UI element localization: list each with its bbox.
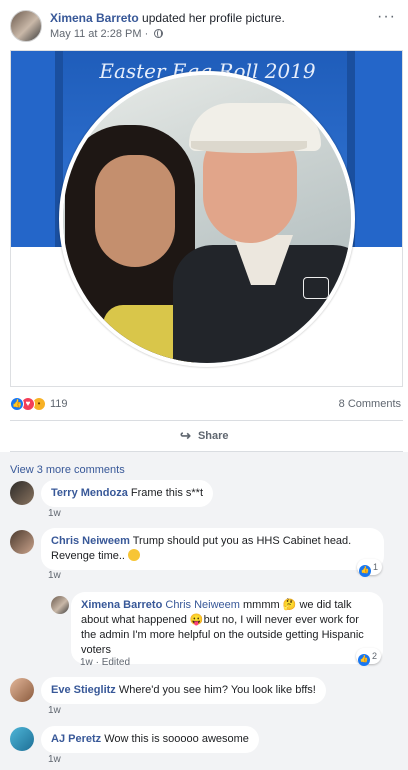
profile-photo-frame[interactable]: Easter Egg Roll 2019 [10, 50, 403, 387]
author-name-link[interactable]: Ximena Barreto [50, 11, 139, 25]
comment-time[interactable]: 1w [80, 657, 93, 668]
meta-separator: · [144, 28, 149, 40]
comment-bubble: Chris Neiweem Trump should put you as HH… [41, 528, 384, 570]
post-action-text: updated her profile picture. [142, 11, 285, 25]
post-meta: May 11 at 2:28 PM · [50, 28, 164, 40]
post-timestamp[interactable]: May 11 at 2:28 PM [50, 28, 142, 40]
reply-avatar[interactable] [51, 596, 69, 614]
profile-picture[interactable] [59, 71, 355, 367]
view-more-comments-link[interactable]: View 3 more comments [10, 464, 125, 476]
reply-bubble: Ximena Barreto Chris Neiweem mmmm 🤔 we d… [71, 592, 383, 664]
reaction-icons[interactable]: 👍 ♥ • [10, 397, 54, 411]
share-arrow-icon: ↪ [180, 428, 191, 443]
comment-text: Frame this s**t [130, 487, 204, 499]
comment-text: Where'd you see him? You look like bffs! [118, 684, 316, 696]
comment-time[interactable]: 1w [48, 754, 61, 765]
like-icon: 👍 [359, 565, 371, 577]
smile-emoji-icon [128, 549, 141, 561]
comment-like-badge[interactable]: 👍 1 [357, 559, 383, 577]
comment-meta: 1w [48, 570, 61, 581]
comment-meta: 1w · Edited [80, 657, 131, 668]
commenter-name[interactable]: Chris Neiweem [51, 535, 130, 547]
post-header: Ximena Barreto updated her profile pictu… [0, 0, 408, 48]
comment-meta: 1w [48, 508, 61, 519]
commenter-name[interactable]: AJ Peretz [51, 733, 101, 745]
jacket-logo [303, 277, 329, 299]
commenter-avatar[interactable] [10, 727, 34, 751]
comment-like-badge[interactable]: 👍 2 [356, 648, 382, 666]
woman-face [95, 155, 175, 267]
commenter-name[interactable]: Ximena Barreto [81, 599, 162, 611]
comment-bubble: Eve Stieglitz Where'd you see him? You l… [41, 677, 326, 704]
commenter-name[interactable]: Terry Mendoza [51, 487, 128, 499]
comment-bubble: AJ Peretz Wow this is sooooo awesome [41, 726, 259, 753]
comments-section: View 3 more comments Terry Mendoza Frame… [0, 452, 408, 770]
post-actions: ↪ Share [10, 424, 403, 448]
comments-count-link[interactable]: 8 Comments [339, 398, 401, 410]
more-options-icon[interactable]: ··· [377, 9, 396, 25]
comment-time[interactable]: 1w [48, 705, 61, 716]
author-avatar[interactable] [10, 10, 42, 42]
commenter-avatar[interactable] [10, 678, 34, 702]
reactions-summary: 👍 ♥ • 119 8 Comments [10, 393, 403, 415]
reaction-count[interactable]: 119 [50, 398, 68, 410]
comment-text: Wow this is sooooo awesome [104, 733, 249, 745]
commenter-name[interactable]: Eve Stieglitz [51, 684, 116, 696]
comment-time[interactable]: 1w [48, 570, 61, 581]
share-button[interactable]: ↪ Share [180, 428, 229, 444]
comment-like-count: 2 [372, 651, 378, 661]
post-headline: Ximena Barreto updated her profile pictu… [50, 11, 285, 25]
divider [10, 420, 403, 421]
mention-link[interactable]: Chris Neiweem [165, 599, 240, 611]
like-icon: 👍 [10, 397, 24, 411]
commenter-avatar[interactable] [10, 530, 34, 554]
comment-like-count: 1 [373, 562, 379, 572]
globe-icon[interactable] [154, 29, 164, 38]
comment-meta: 1w [48, 705, 61, 716]
comment-meta: 1w [48, 754, 61, 765]
comment-time[interactable]: 1w [48, 508, 61, 519]
comment-bubble: Terry Mendoza Frame this s**t [41, 480, 214, 507]
cap-brim [191, 141, 307, 153]
share-label: Share [197, 430, 229, 442]
edited-label[interactable]: Edited [102, 657, 130, 668]
like-icon: 👍 [358, 654, 370, 666]
commenter-avatar[interactable] [10, 481, 34, 505]
